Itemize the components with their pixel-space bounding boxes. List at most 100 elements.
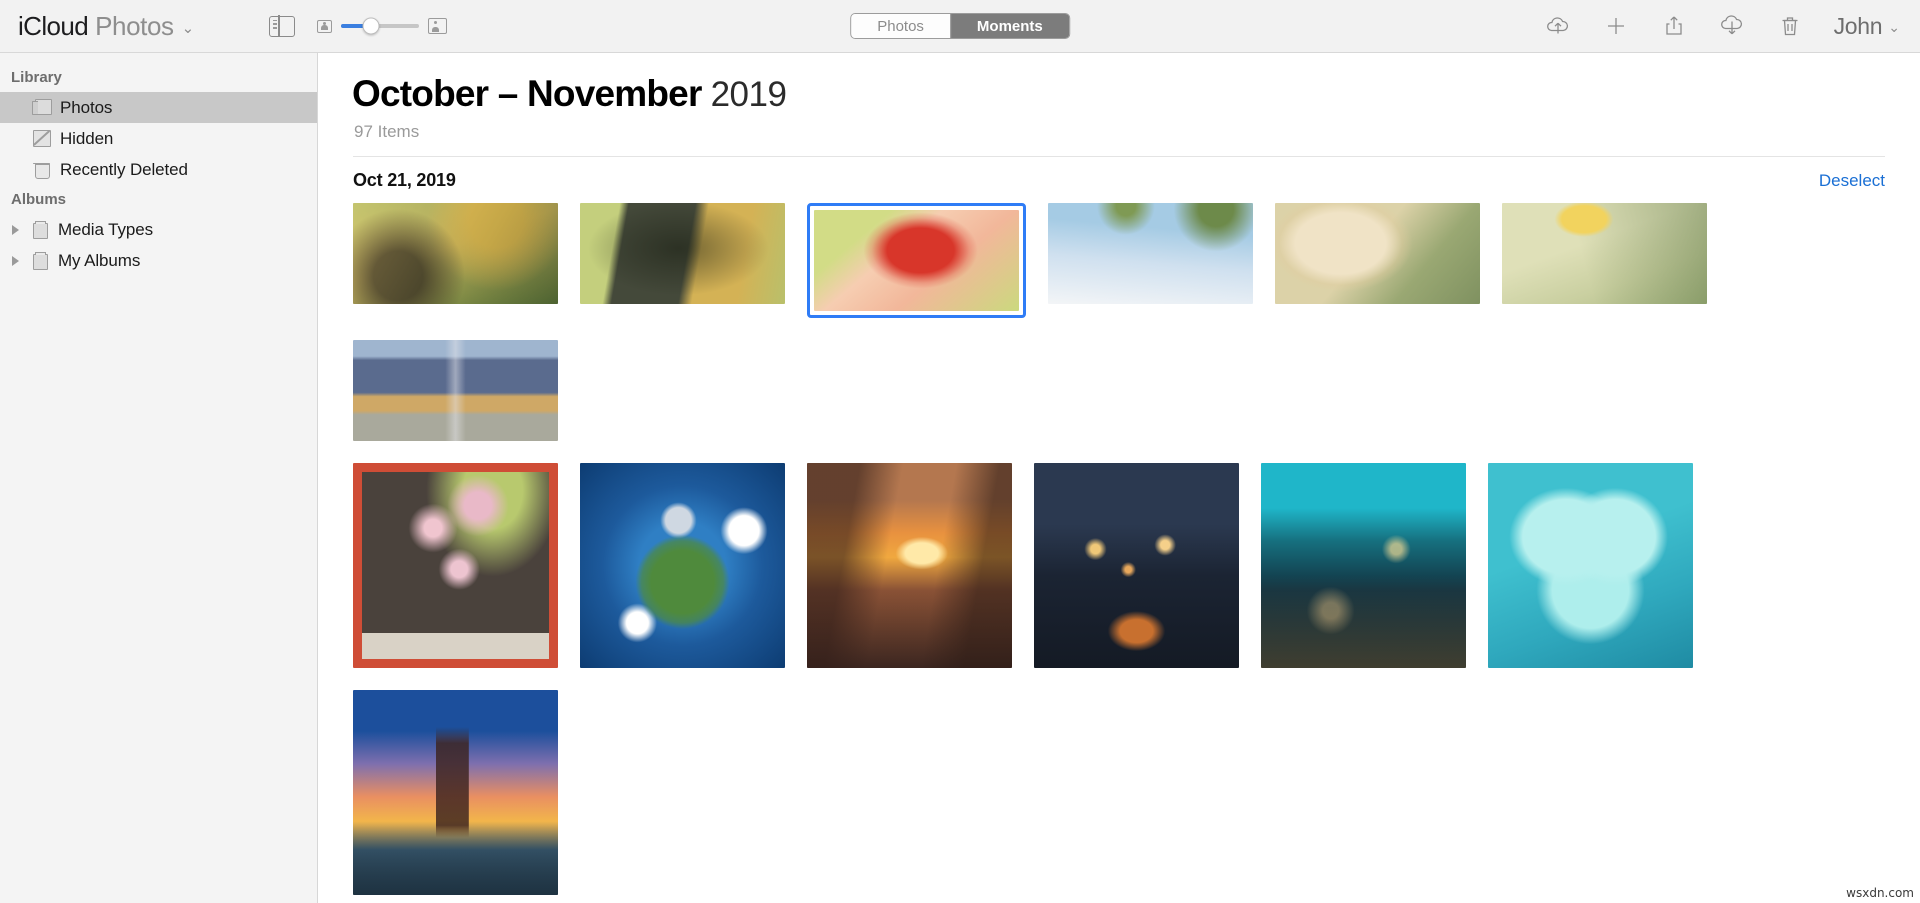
album-box-icon	[30, 252, 49, 270]
photo-cell[interactable]	[807, 463, 1012, 668]
photo-overlay	[814, 210, 1019, 311]
page-title-range: October – November	[352, 73, 702, 114]
trash-icon	[32, 161, 51, 179]
thumbnail-size-slider[interactable]	[317, 17, 448, 35]
app-body: Library Photos Hidden Recently Deleted A…	[0, 53, 1920, 903]
photo-thumbnail[interactable]	[1261, 463, 1466, 668]
moment-section-oct-21: Oct 21, 2019 Deselect	[340, 156, 1898, 903]
app-brand[interactable]: iCloud Photos ⌄	[18, 11, 194, 42]
photo-cell[interactable]	[353, 340, 558, 441]
disclosure-triangle-icon[interactable]	[12, 255, 19, 266]
watermark: wsxdn.com	[1846, 886, 1914, 900]
tab-moments[interactable]: Moments	[949, 14, 1069, 38]
photo-cell[interactable]	[1488, 463, 1693, 668]
photo-overlay	[1261, 463, 1466, 668]
slider-track[interactable]	[341, 17, 420, 35]
trash-icon[interactable]	[1776, 12, 1804, 40]
photo-thumbnail[interactable]	[1502, 203, 1707, 304]
hidden-slash-icon	[32, 130, 51, 147]
photo-thumbnail[interactable]	[1275, 203, 1480, 304]
photo-cell[interactable]	[580, 463, 785, 668]
sidebar-group-header-albums: Albums	[11, 191, 67, 208]
sidebar-item-my-albums[interactable]: My Albums	[0, 245, 317, 276]
sidebar-item-media-types[interactable]: Media Types	[0, 214, 317, 245]
slider-knob[interactable]	[362, 17, 380, 35]
user-menu[interactable]: John ⌄	[1834, 13, 1900, 40]
photos-stack-icon	[32, 99, 52, 116]
sidebar-item-label: My Albums	[58, 250, 141, 270]
disclosure-triangle-icon[interactable]	[12, 224, 19, 235]
photo-cell[interactable]	[1502, 203, 1707, 318]
photo-thumbnail[interactable]	[580, 203, 785, 304]
photo-thumbnail[interactable]	[1048, 203, 1253, 304]
photo-cell[interactable]	[1275, 203, 1480, 318]
photo-overlay	[1502, 203, 1707, 304]
plus-icon[interactable]	[1602, 12, 1630, 40]
app-toolbar: iCloud Photos ⌄ Photos Moments John ⌄	[0, 0, 1920, 53]
page-title-year: 2019	[710, 75, 787, 114]
photo-thumbnail[interactable]	[1034, 463, 1239, 668]
photo-overlay	[353, 690, 558, 895]
share-icon[interactable]	[1660, 12, 1688, 40]
large-thumbnail-icon[interactable]	[428, 18, 448, 34]
chevron-down-icon[interactable]: ⌄	[182, 19, 195, 37]
chevron-down-icon[interactable]: ⌄	[1888, 19, 1900, 36]
tab-photos[interactable]: Photos	[851, 14, 950, 38]
photo-thumbnail[interactable]	[353, 463, 558, 668]
photo-thumbnail[interactable]	[814, 210, 1019, 311]
photo-cell-selected[interactable]	[807, 203, 1026, 318]
photo-thumbnail[interactable]	[580, 463, 785, 668]
album-box-icon	[30, 221, 49, 239]
photo-grid-row	[340, 203, 1898, 441]
sidebar: Library Photos Hidden Recently Deleted A…	[0, 53, 318, 903]
photo-overlay	[580, 203, 785, 304]
photo-thumbnail[interactable]	[1488, 463, 1693, 668]
photo-cell[interactable]	[353, 463, 558, 668]
sidebar-toggle-lines	[272, 19, 277, 32]
photo-cell[interactable]	[580, 203, 785, 318]
toolbar-actions: John ⌄	[1544, 12, 1920, 40]
cloud-download-icon[interactable]	[1718, 12, 1746, 40]
section-header: Oct 21, 2019 Deselect	[340, 157, 1898, 203]
photo-thumbnail[interactable]	[353, 690, 558, 895]
photo-thumbnail[interactable]	[353, 203, 558, 304]
photo-overlay	[807, 463, 1012, 668]
photo-overlay	[1034, 463, 1239, 668]
deselect-link[interactable]: Deselect	[1819, 171, 1885, 191]
cloud-upload-icon[interactable]	[1544, 12, 1572, 40]
sidebar-item-photos[interactable]: Photos	[0, 92, 317, 123]
photo-cell[interactable]	[353, 203, 558, 318]
photo-thumbnail[interactable]	[807, 463, 1012, 668]
photo-grid-row	[340, 463, 1898, 895]
sidebar-item-label: Photos	[60, 97, 113, 117]
sidebar-item-recently-deleted[interactable]: Recently Deleted	[0, 154, 317, 185]
item-count-label: 97 Items	[354, 122, 420, 141]
photo-overlay	[1275, 203, 1480, 304]
sidebar-item-label: Hidden	[60, 128, 114, 148]
sidebar-group-header-library: Library	[11, 69, 62, 86]
view-mode-segmented-control[interactable]: Photos Moments	[850, 13, 1070, 39]
photo-overlay	[353, 340, 558, 441]
photo-overlay	[1488, 463, 1693, 668]
brand-icloud-label: iCloud	[18, 10, 89, 41]
toolbar-view-controls	[269, 14, 448, 38]
photo-thumbnail[interactable]	[353, 340, 558, 441]
photo-overlay	[580, 463, 785, 668]
photo-overlay	[362, 472, 549, 659]
section-date-label: Oct 21, 2019	[353, 170, 456, 190]
sidebar-item-label: Recently Deleted	[60, 159, 188, 179]
photo-library-main: October – November 2019 97 Items Oct 21,…	[318, 53, 1920, 903]
page-title: October – November 2019	[340, 53, 1898, 115]
sidebar-toggle-icon[interactable]	[269, 14, 296, 38]
sidebar-item-hidden[interactable]: Hidden	[0, 123, 317, 154]
photo-cell[interactable]	[1034, 463, 1239, 668]
photo-overlay	[1048, 203, 1253, 304]
photo-cell[interactable]	[1048, 203, 1253, 318]
brand-photos-label: Photos	[95, 10, 174, 41]
user-name-label: John	[1833, 12, 1883, 39]
small-thumbnail-icon[interactable]	[317, 19, 333, 33]
photo-cell[interactable]	[1261, 463, 1466, 668]
photo-cell[interactable]	[353, 690, 558, 895]
photo-overlay	[353, 203, 558, 304]
sidebar-item-label: Media Types	[58, 219, 153, 239]
